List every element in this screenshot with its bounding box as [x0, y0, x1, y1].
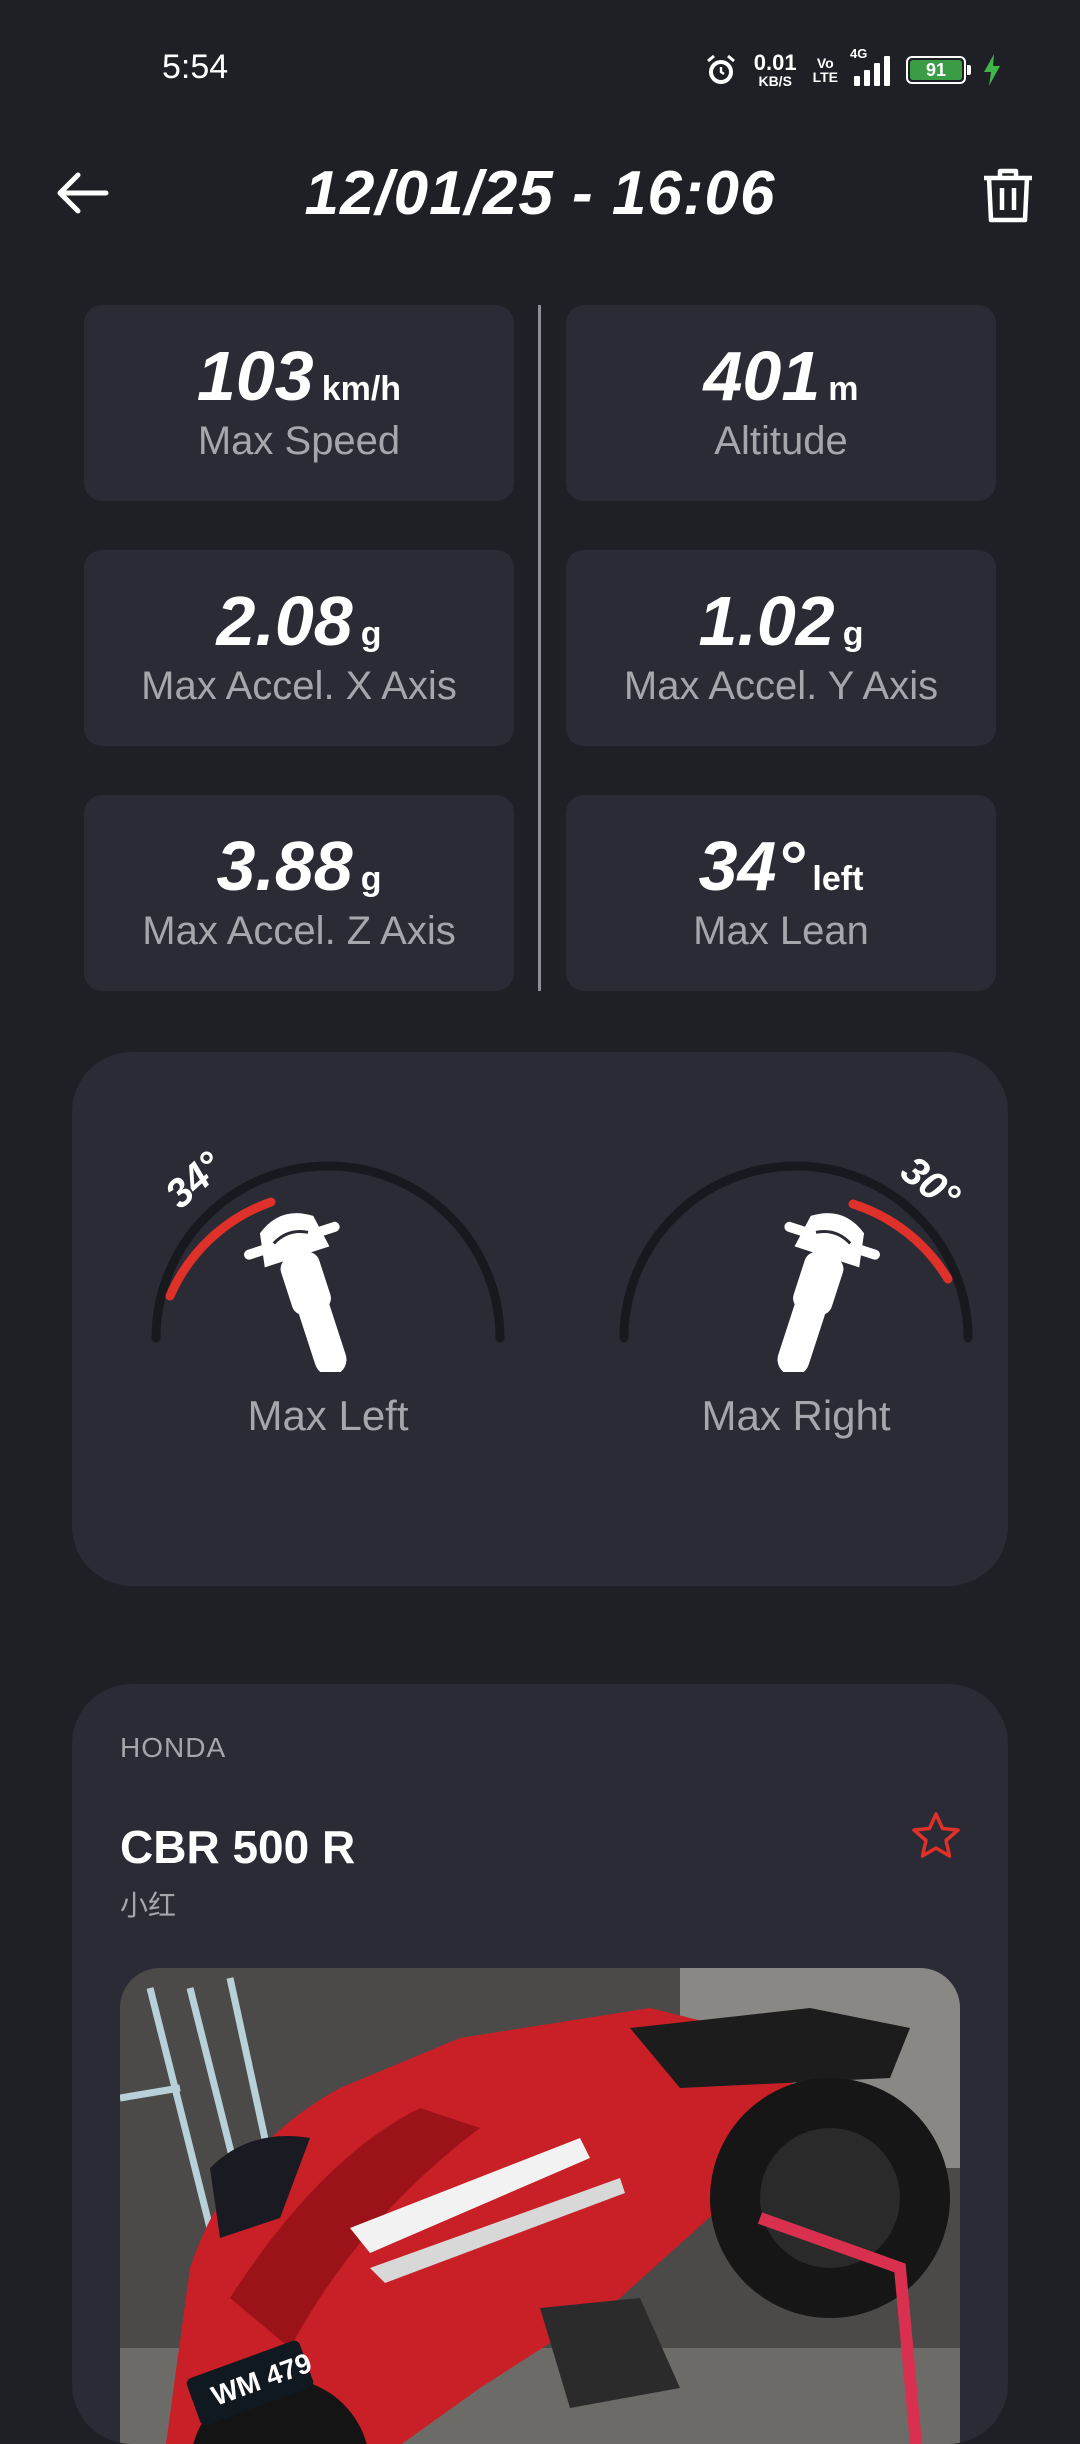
battery-level: 91: [910, 60, 962, 80]
trash-icon: [984, 168, 1032, 223]
favorite-button[interactable]: [910, 1810, 962, 1862]
bike-photo-illustration: WM 479: [120, 1968, 960, 2444]
lean-gauge-right-graphic: 30°: [619, 1148, 973, 1382]
charging-icon: [984, 54, 1000, 86]
volte-top: Vo: [816, 55, 834, 71]
max-right-label: Max Right: [701, 1392, 891, 1439]
lean-gauge-left-graphic: 34°: [151, 1143, 505, 1382]
stat-value: 2.08: [216, 582, 353, 660]
status-bar: 5:54 0.01 KB/S Vo LTE 4G 91: [0, 0, 1080, 140]
alarm-icon: [706, 54, 735, 84]
bike-model: CBR 500 R: [120, 1821, 356, 1873]
stat-unit: g: [360, 615, 382, 653]
bike-photo: WM 479: [120, 1968, 960, 2444]
network-type: 4G: [850, 46, 868, 61]
stat-card-altitude: 401 m Altitude: [566, 305, 996, 501]
motorcycle-icon: [244, 1213, 347, 1376]
stat-label: Altitude: [714, 419, 848, 463]
stat-value: 3.88: [216, 827, 353, 905]
stat-value: 1.02: [698, 582, 835, 660]
stat-unit: km/h: [321, 370, 402, 408]
stats-divider: [538, 305, 541, 991]
page-title: 12/01/25 - 16:06: [304, 159, 776, 228]
stat-unit: m: [828, 370, 859, 408]
network-speed-unit: KB/S: [758, 73, 792, 89]
header: 12/01/25 - 16:06: [0, 150, 1080, 240]
network-speed-value: 0.01: [753, 50, 797, 75]
stat-label: Max Lean: [693, 909, 869, 953]
signal-icon: 4G: [850, 46, 890, 86]
status-icons: 0.01 KB/S Vo LTE 4G 91: [704, 46, 1002, 90]
volte-indicator: Vo LTE: [813, 56, 838, 84]
signal-bar: [884, 56, 890, 86]
lean-angle-panel: 34° Max Left 30° Max Right: [72, 1052, 1008, 1586]
lean-gauge-left: 34°: [128, 1112, 528, 1382]
signal-bar: [874, 63, 880, 86]
delete-button[interactable]: [980, 166, 1036, 226]
bike-nickname: 小红: [120, 1890, 177, 1921]
lean-gauge-right: 30°: [596, 1112, 996, 1382]
stat-card-max-lean: 34° left Max Lean: [566, 795, 996, 991]
stat-unit: g: [842, 615, 864, 653]
signal-bar: [864, 70, 870, 86]
stat-card-accel-y: 1.02 g Max Accel. Y Axis: [566, 550, 996, 746]
stat-card-accel-z: 3.88 g Max Accel. Z Axis: [84, 795, 514, 991]
status-time: 5:54: [162, 48, 229, 86]
stat-unit: g: [360, 860, 382, 898]
max-left-label: Max Left: [247, 1392, 409, 1439]
stat-value: 103: [196, 337, 314, 415]
signal-bar: [854, 76, 860, 86]
stat-label: Max Accel. Z Axis: [142, 909, 456, 953]
stat-card-accel-x: 2.08 g Max Accel. X Axis: [84, 550, 514, 746]
stat-label: Max Accel. X Axis: [141, 664, 457, 708]
star-outline-icon: [912, 1812, 960, 1858]
stat-label: Max Speed: [197, 419, 401, 463]
bike-brand: HONDA: [120, 1732, 227, 1763]
stat-unit: left: [812, 860, 864, 898]
network-speed: 0.01 KB/S: [753, 50, 797, 89]
bike-card[interactable]: HONDA CBR 500 R 小红 WM 479: [72, 1684, 1008, 2444]
stat-label: Max Accel. Y Axis: [623, 664, 939, 708]
battery-icon: 91: [906, 56, 971, 84]
stat-value: 34°: [698, 827, 805, 905]
stat-value: 401: [703, 337, 821, 415]
volte-bottom: LTE: [812, 69, 838, 85]
stat-card-max-speed: 103 km/h Max Speed: [84, 305, 514, 501]
motorcycle-icon: [777, 1213, 880, 1376]
